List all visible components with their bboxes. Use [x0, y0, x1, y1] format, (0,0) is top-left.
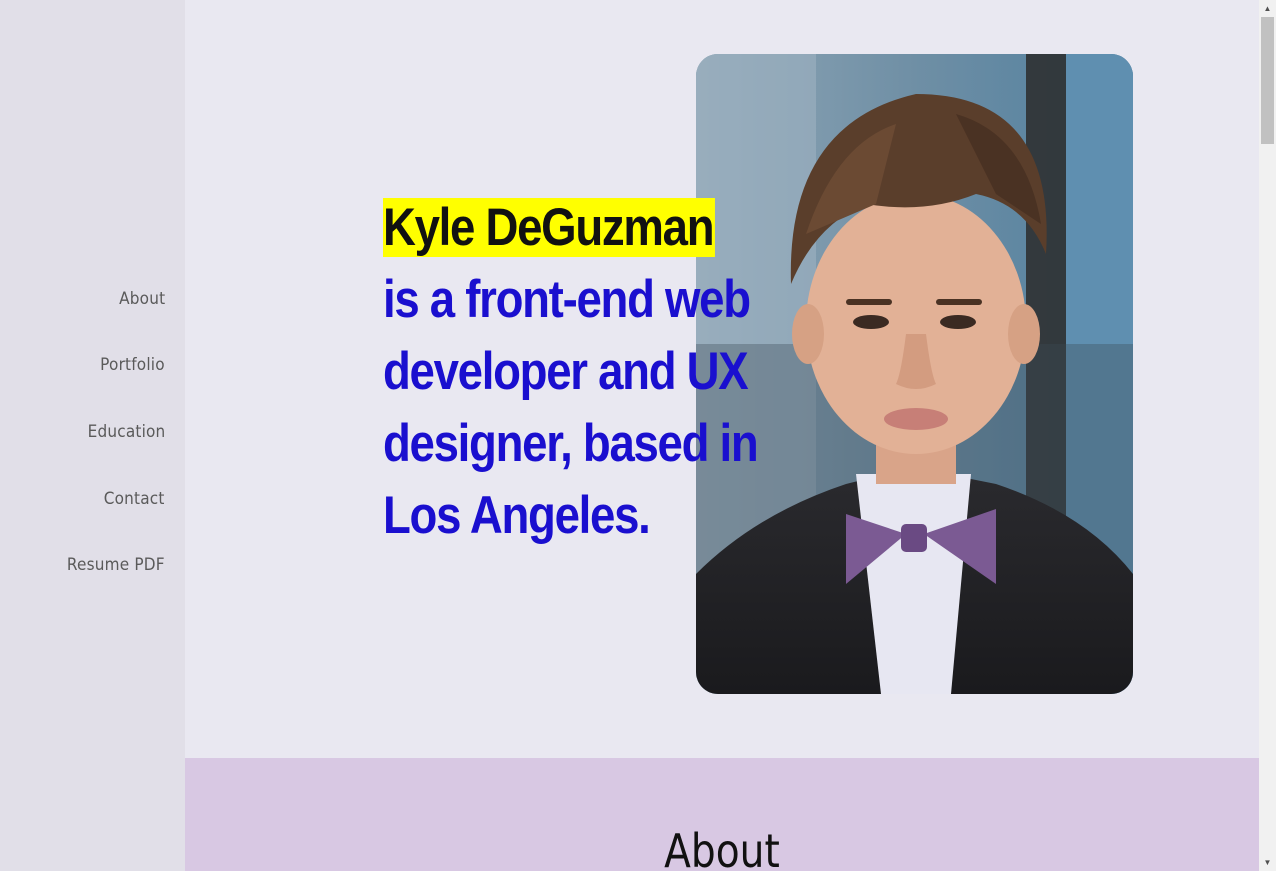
nav-link-portfolio[interactable]: Portfolio [100, 355, 165, 375]
nav-link-contact[interactable]: Contact [104, 489, 165, 509]
hero-headline: Kyle DeGuzman is a front-end web develop… [383, 192, 761, 552]
main-content: Kyle DeGuzman is a front-end web develop… [185, 0, 1259, 871]
hero-name-highlight: Kyle DeGuzman [383, 198, 715, 257]
sidebar-nav: About Portfolio Education Contact Resume… [0, 0, 185, 871]
nav-link-about[interactable]: About [119, 289, 165, 309]
portrait-photo [696, 54, 1133, 694]
scroll-down-arrow-icon[interactable]: ▼ [1259, 854, 1276, 871]
nav-link-resume-pdf[interactable]: Resume PDF [67, 555, 165, 575]
vertical-scrollbar[interactable]: ▲ ▼ [1259, 0, 1276, 871]
about-title: About [664, 824, 780, 871]
scrollbar-thumb[interactable] [1261, 17, 1274, 144]
about-section: About [185, 758, 1259, 871]
scroll-up-arrow-icon[interactable]: ▲ [1259, 0, 1276, 17]
hero-headline-rest: is a front-end web developer and UX desi… [383, 270, 759, 545]
nav-link-education[interactable]: Education [87, 422, 165, 442]
